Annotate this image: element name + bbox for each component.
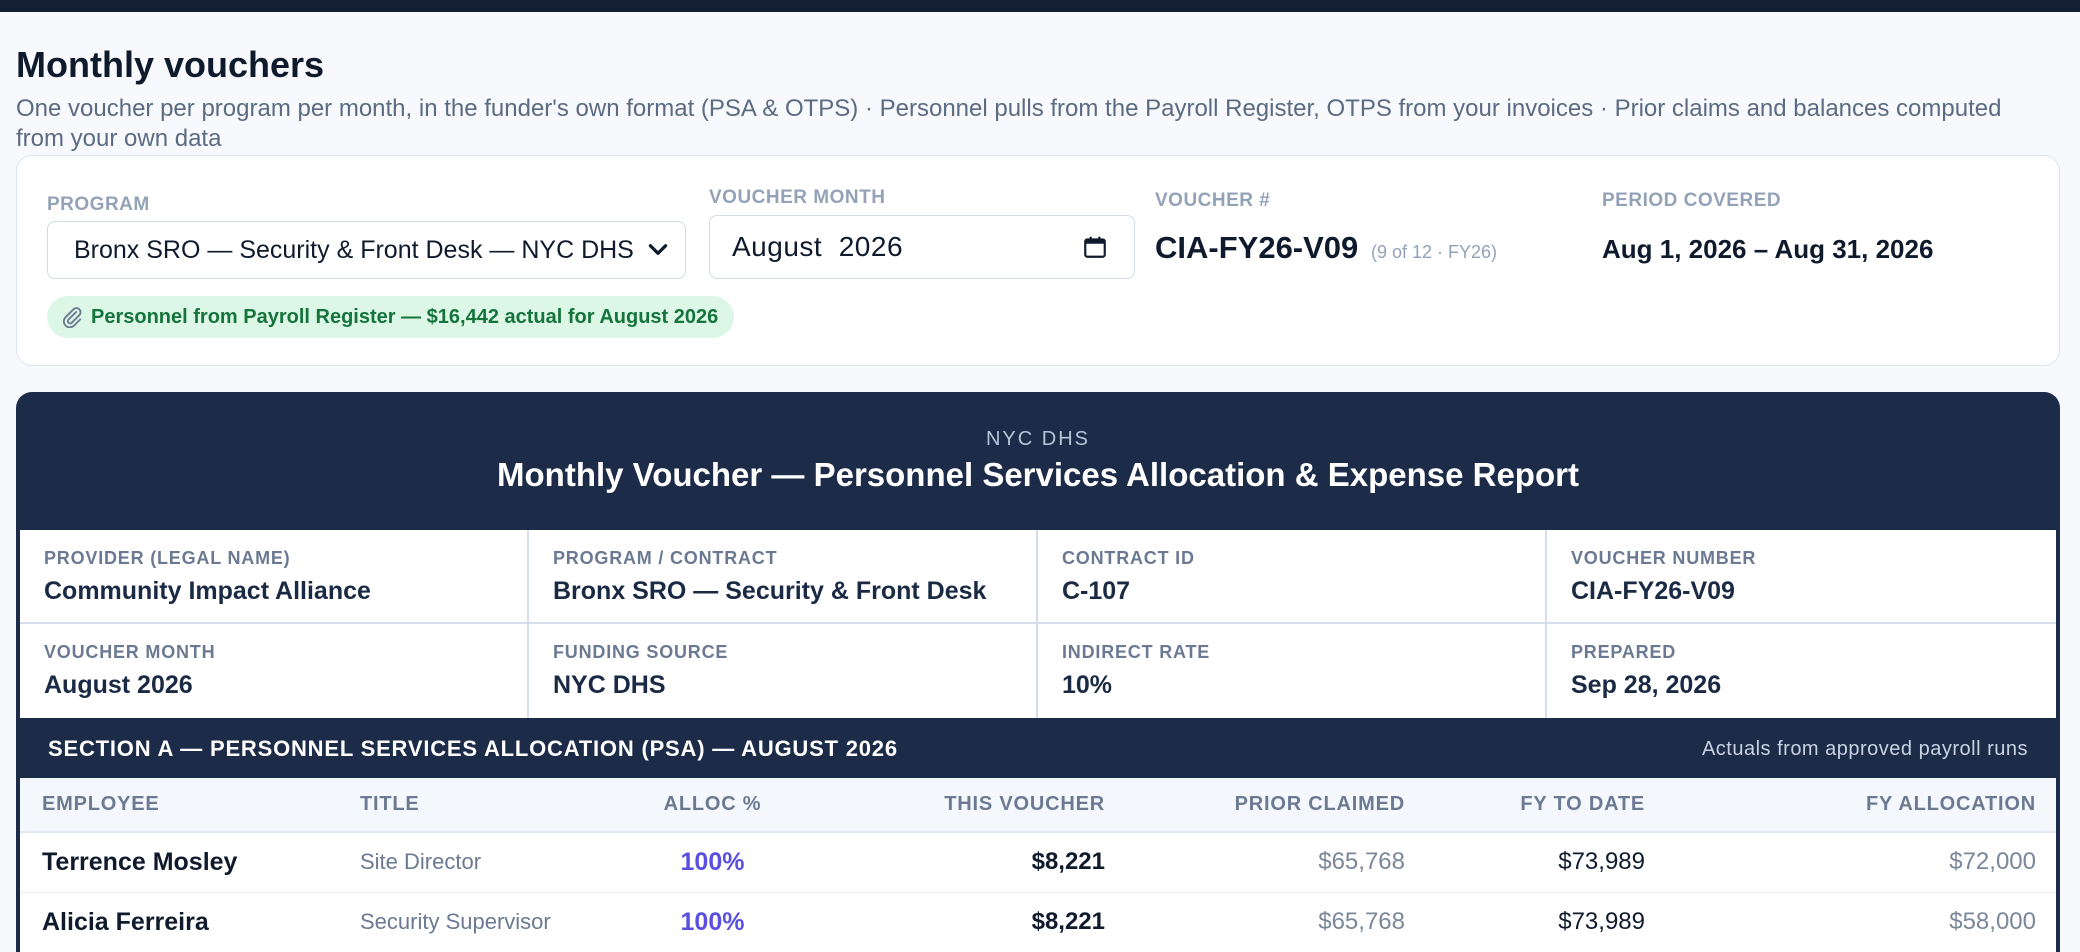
info-label: FUNDING SOURCE [553,642,729,662]
voucher-number-value: CIA-FY26-V09 [1155,230,1359,265]
voucher-controls: PROGRAM Bronx SRO — Security & Front Des… [16,155,2060,366]
page-title: Monthly vouchers [16,44,325,85]
period-covered-value: Aug 1, 2026 – Aug 31, 2026 [1602,234,1934,264]
top-bar [0,0,2080,12]
this-voucher-amount: $8,221 [805,832,1105,893]
fy-allocation-amount: $72,000 [1645,832,2056,893]
prior-claimed-amount: $65,768 [1105,892,1405,952]
info-funding-source: FUNDING SOURCE NYC DHS [529,624,1038,718]
fy-allocation-amount: $58,000 [1645,892,2056,952]
employee-name: Alicia Ferreira [20,892,360,952]
fy-to-date-amount: $73,989 [1405,892,1645,952]
section-a-header: SECTION A — PERSONNEL SERVICES ALLOCATIO… [20,718,2056,778]
col-alloc: ALLOC % [620,778,805,833]
info-value: CIA-FY26-V09 [1571,577,1735,605]
info-label: VOUCHER MONTH [44,642,216,662]
voucher-document: NYC DHS Monthly Voucher — Personnel Serv… [16,392,2060,952]
info-value: 10% [1062,671,1113,699]
info-indirect-rate: INDIRECT RATE 10% [1038,624,1547,718]
info-value: Community Impact Alliance [44,577,371,605]
psa-table: EMPLOYEE TITLE ALLOC % THIS VOUCHER PRIO… [20,778,2056,952]
employee-name: Terrence Mosley [20,832,360,893]
info-value: Bronx SRO — Security & Front Desk [553,577,987,605]
info-voucher-number: VOUCHER NUMBER CIA-FY26-V09 [1547,530,2056,624]
section-a-title: SECTION A — PERSONNEL SERVICES ALLOCATIO… [48,736,898,761]
section-a-note: Actuals from approved payroll runs [1701,738,2028,760]
funder-name: NYC DHS [985,428,1090,450]
employee-title: Security Supervisor [360,892,620,952]
alloc-percent: 100% [620,892,805,952]
program-select-value: Bronx SRO — Security & Front Desk — NYC … [74,235,634,264]
paperclip-icon [62,307,82,328]
voucher-month-label: VOUCHER MONTH [709,187,886,208]
info-label: VOUCHER NUMBER [1571,548,1757,568]
info-label: CONTRACT ID [1062,548,1195,568]
info-value: NYC DHS [553,671,666,699]
col-title: TITLE [360,778,620,833]
voucher-title: Monthly Voucher — Personnel Services All… [497,456,1579,493]
table-row: Alicia Ferreira Security Supervisor 100%… [20,892,2056,952]
this-voucher-amount: $8,221 [805,892,1105,952]
page-subtitle: One voucher per program per month, in th… [16,95,2002,152]
voucher-info-grid: PROVIDER (LEGAL NAME) Community Impact A… [20,530,2056,718]
info-value: August 2026 [44,671,193,699]
period-covered-label: PERIOD COVERED [1602,190,1782,211]
info-label: INDIRECT RATE [1062,642,1211,662]
voucher-number-note: (9 of 12 · FY26) [1371,242,1498,262]
payroll-source-text: Personnel from Payroll Register — $16,44… [91,305,719,328]
payroll-source-badge: Personnel from Payroll Register — $16,44… [47,296,735,338]
program-label: PROGRAM [47,194,150,215]
alloc-percent: 100% [620,832,805,893]
employee-title: Site Director [360,832,620,893]
info-program-contract: PROGRAM / CONTRACT Bronx SRO — Security … [529,530,1038,624]
fy-to-date-amount: $73,989 [1405,832,1645,893]
info-provider: PROVIDER (LEGAL NAME) Community Impact A… [20,530,529,624]
info-voucher-month: VOUCHER MONTH August 2026 [20,624,529,718]
voucher-month-input[interactable]: August 2026 [709,215,1135,279]
voucher-number-label: VOUCHER # [1155,190,1271,211]
col-this-voucher: THIS VOUCHER [805,778,1105,833]
info-prepared: PREPARED Sep 28, 2026 [1547,624,2056,718]
info-contract-id: CONTRACT ID C-107 [1038,530,1547,624]
col-fy-allocation: FY ALLOCATION [1645,778,2056,833]
col-fy-to-date: FY TO DATE [1405,778,1645,833]
voucher-month-value: August 2026 [732,231,904,262]
psa-table-container: EMPLOYEE TITLE ALLOC % THIS VOUCHER PRIO… [20,778,2056,952]
info-value: C-107 [1062,577,1131,605]
prior-claimed-amount: $65,768 [1105,832,1405,893]
calendar-icon[interactable] [1082,234,1108,260]
chevron-down-icon [648,244,668,255]
info-label: PROGRAM / CONTRACT [553,548,778,568]
table-row: Terrence Mosley Site Director 100% $8,22… [20,832,2056,893]
table-header-row: EMPLOYEE TITLE ALLOC % THIS VOUCHER PRIO… [20,778,2056,833]
info-label: PROVIDER (LEGAL NAME) [44,548,291,568]
info-value: Sep 28, 2026 [1571,671,1722,699]
program-select[interactable]: Bronx SRO — Security & Front Desk — NYC … [47,221,686,279]
col-prior-claimed: PRIOR CLAIMED [1105,778,1405,833]
col-employee: EMPLOYEE [20,778,360,833]
info-label: PREPARED [1571,642,1677,662]
